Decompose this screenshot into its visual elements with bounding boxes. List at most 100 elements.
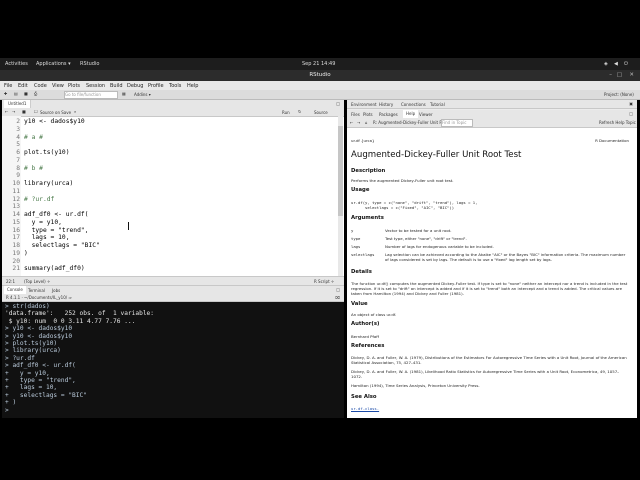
console-path[interactable]: R 4.1.1 · ~/Documents/IL_y10/ ⇒ (6, 295, 72, 300)
tab-files[interactable]: Files (351, 112, 360, 117)
editor-scrollbar[interactable] (338, 116, 343, 276)
code-line: # ?ur.df (24, 195, 55, 203)
rerun-icon[interactable]: ↻ (298, 109, 301, 114)
file-type-selector[interactable]: R Script ÷ (314, 279, 334, 284)
menu-view[interactable]: View (52, 83, 64, 89)
code-line: y = y10, (24, 218, 62, 226)
source-button[interactable]: Source (314, 110, 328, 115)
text-cursor (128, 222, 129, 230)
maximize-icon[interactable]: □ (617, 70, 622, 81)
arg-desc: Number of lags for endogenous variable t… (385, 244, 494, 249)
desktop-top-bar: Activities Applications ▾ RStudio Sep 21… (0, 58, 640, 70)
arg-desc: Vector to be tested for a unit root. (385, 228, 452, 233)
line-number: 12 (12, 195, 20, 203)
project-menu[interactable]: Project: (None) (604, 92, 634, 97)
tab-help[interactable]: Help (403, 110, 419, 118)
help-content: ur.df {urca} R Documentation Augmented-D… (351, 128, 631, 418)
forward-arrow-icon[interactable]: → (12, 109, 15, 114)
tab-console[interactable]: Console (4, 286, 26, 294)
help-doc-label: R Documentation (595, 138, 629, 143)
code-line: selectlags = "BIC" (24, 242, 100, 249)
refresh-help-button[interactable]: Refresh Help Topic (599, 120, 636, 125)
seealso-link[interactable]: ur.df-class. (351, 406, 379, 411)
clock[interactable]: Sep 21 14:49 (302, 61, 335, 67)
line-number: 21 (12, 265, 20, 273)
minimize-icon[interactable]: – (609, 70, 612, 81)
menu-debug[interactable]: Debug (127, 83, 143, 89)
menu-profile[interactable]: Profile (148, 83, 164, 89)
tab-viewer[interactable]: Viewer (419, 112, 433, 117)
pane-restore-icon[interactable]: ▣ (629, 101, 633, 106)
source-on-save-checkbox[interactable]: ☐ (34, 109, 38, 114)
tab-untitled1[interactable]: Untitled1 (4, 100, 32, 108)
env-tab-bar: Environment History Connections Tutorial… (347, 100, 637, 109)
volume-icon[interactable]: ◀ (614, 61, 618, 67)
network-icon[interactable]: ◈ (604, 61, 608, 67)
code-line: lags = 10, (24, 234, 70, 242)
menu-code[interactable]: Code (34, 83, 47, 89)
code-line: adf_df0 <- ur.df( (24, 211, 89, 218)
close-icon[interactable]: ✕ (629, 70, 634, 81)
find-in-topic-input[interactable]: Find in Topic (441, 119, 473, 127)
tab-packages[interactable]: Packages (379, 112, 398, 117)
help-package: ur.df {urca} (351, 138, 375, 143)
editor-status-bar: 22:1 (Top Level) ÷ R Script ÷ (2, 276, 344, 286)
menu-tools[interactable]: Tools (169, 83, 181, 89)
menu-help[interactable]: Help (187, 83, 198, 89)
tab-plots[interactable]: Plots (363, 112, 373, 117)
clear-console-icon[interactable]: ⌧ (335, 295, 340, 300)
editor-scrollbar-thumb[interactable] (338, 126, 343, 216)
console-line: + type = "trend", (5, 377, 76, 384)
line-number: 7 (16, 156, 20, 164)
tab-terminal[interactable]: Terminal (28, 288, 45, 293)
author-text: Bernhard Pfaff (351, 334, 379, 339)
power-icon[interactable]: ⏻ (624, 61, 628, 67)
tab-history[interactable]: History (379, 102, 393, 107)
tab-tutorial[interactable]: Tutorial (430, 102, 445, 107)
tab-connections[interactable]: Connections (401, 102, 426, 107)
activities-button[interactable]: Activities (5, 61, 28, 67)
value-text: An object of class ur.df. (351, 312, 397, 317)
run-button[interactable]: Run (282, 110, 290, 115)
console-output[interactable]: > str(dados)'data.frame': 252 obs. of 1 … (2, 301, 344, 418)
applications-menu[interactable]: Applications ▾ (36, 61, 71, 67)
menu-build[interactable]: Build (110, 83, 123, 89)
tab-jobs[interactable]: Jobs (52, 288, 60, 293)
save-file-icon[interactable]: ■ (22, 109, 26, 114)
tab-environment[interactable]: Environment (351, 102, 377, 107)
save-icon[interactable]: ■ (24, 91, 28, 96)
app-menu-rstudio[interactable]: RStudio (80, 61, 99, 67)
pane-maximize-icon[interactable]: □ (629, 111, 633, 116)
new-file-icon[interactable]: ✚ (4, 91, 7, 96)
arg-name: y (351, 228, 354, 233)
console-line: 'data.frame': 252 obs. of 1 variable: (5, 310, 155, 318)
usage-heading: Usage (351, 187, 370, 193)
scope-selector[interactable]: (Top Level) ÷ (24, 279, 50, 284)
console-line: > adf_df0 <- ur.df( (5, 362, 76, 370)
grid-icon[interactable]: ▦ (122, 91, 126, 96)
line-number: 6 (16, 149, 20, 156)
menu-edit[interactable]: Edit (18, 83, 28, 89)
pane-maximize-icon[interactable]: □ (336, 287, 340, 292)
menu-file[interactable]: File (4, 83, 12, 89)
code-area[interactable]: 2 3 4 5 6 7 8 9 10 11 12 13 14 15 16 17 18 19 20 21 y10 <- … (2, 116, 344, 276)
console-line: + y = y10, (5, 369, 50, 377)
goto-file-input[interactable]: Go to file/function (64, 91, 118, 99)
addins-menu[interactable]: Addins ▾ (134, 92, 151, 97)
open-file-icon[interactable]: ▤ (14, 91, 18, 96)
arg-name: selectlags (351, 252, 375, 257)
help-forward-icon[interactable]: → (357, 120, 360, 125)
usage-line-2: selectlags = c("Fixed", "AIC", "BIC")) (351, 205, 455, 210)
description-text: Performs the augmented Dickey-Fuller uni… (351, 178, 454, 183)
back-arrow-icon[interactable]: ← (5, 109, 8, 114)
menu-plots[interactable]: Plots (68, 83, 80, 89)
search-icon[interactable]: ⌕ (74, 109, 76, 114)
pane-maximize-icon[interactable]: □ (336, 101, 340, 106)
menu-session[interactable]: Session (86, 83, 105, 89)
arg-desc: Lag selection can be achieved according … (385, 252, 626, 262)
help-home-icon[interactable]: ⌂ (365, 120, 368, 125)
menu-bar: File Edit Code View Plots Session Build … (0, 81, 640, 90)
print-icon[interactable]: ⎙ (34, 91, 37, 96)
help-back-icon[interactable]: ← (350, 120, 353, 125)
code-line: plot.ts(y10) (24, 149, 70, 156)
